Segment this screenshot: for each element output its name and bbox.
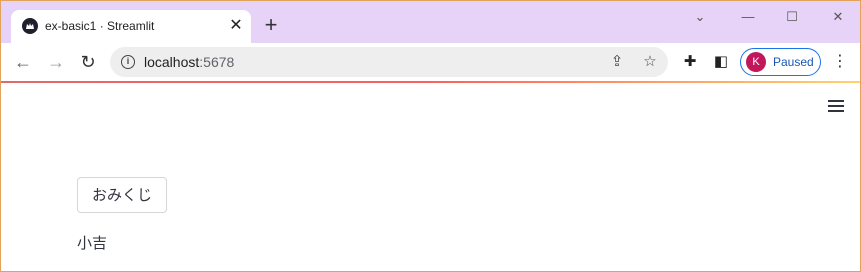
omikuji-button[interactable]: おみくじ: [77, 177, 167, 213]
streamlit-decoration-bar: [1, 81, 860, 83]
close-icon[interactable]: ✕: [227, 17, 245, 35]
new-tab-button[interactable]: +: [260, 14, 282, 37]
tab-search-icon[interactable]: ⌄: [686, 7, 714, 27]
maximize-icon[interactable]: ☐: [778, 7, 806, 27]
reload-icon[interactable]: ↻: [77, 51, 99, 73]
side-panel-icon[interactable]: ◧: [711, 52, 731, 72]
more-menu-icon[interactable]: ⋮: [832, 52, 848, 72]
url-text[interactable]: localhost:5678: [144, 54, 234, 70]
hamburger-icon[interactable]: [828, 99, 846, 113]
browser-toolbar: ← → ↻ i localhost:5678 ⇪ ☆ ✚ ◧ K Paused …: [1, 43, 860, 81]
back-arrow-icon[interactable]: ←: [12, 51, 34, 73]
extensions-puzzle-icon[interactable]: ✚: [680, 52, 700, 72]
browser-window: ex-basic1 · Streamlit ✕ + ⌄ — ☐ ✕ ← → ↻ …: [0, 0, 861, 272]
browser-tab[interactable]: ex-basic1 · Streamlit ✕: [11, 10, 251, 43]
share-icon[interactable]: ⇪: [608, 53, 626, 71]
forward-arrow-icon[interactable]: →: [45, 51, 67, 73]
tab-title: ex-basic1 · Streamlit: [45, 19, 155, 33]
title-bar: ex-basic1 · Streamlit ✕ + ⌄ — ☐ ✕: [1, 1, 860, 43]
site-info-icon[interactable]: i: [121, 55, 135, 69]
bookmark-star-icon[interactable]: ☆: [641, 53, 659, 71]
window-close-icon[interactable]: ✕: [824, 7, 852, 27]
profile-status-label: Paused: [773, 55, 814, 69]
profile-button[interactable]: K Paused: [740, 48, 821, 76]
minimize-icon[interactable]: —: [734, 7, 762, 27]
streamlit-favicon-icon: [22, 18, 38, 34]
omikuji-result-text: 小吉: [77, 234, 108, 252]
avatar: K: [746, 52, 766, 72]
address-bar[interactable]: i localhost:5678 ⇪ ☆: [110, 47, 668, 77]
